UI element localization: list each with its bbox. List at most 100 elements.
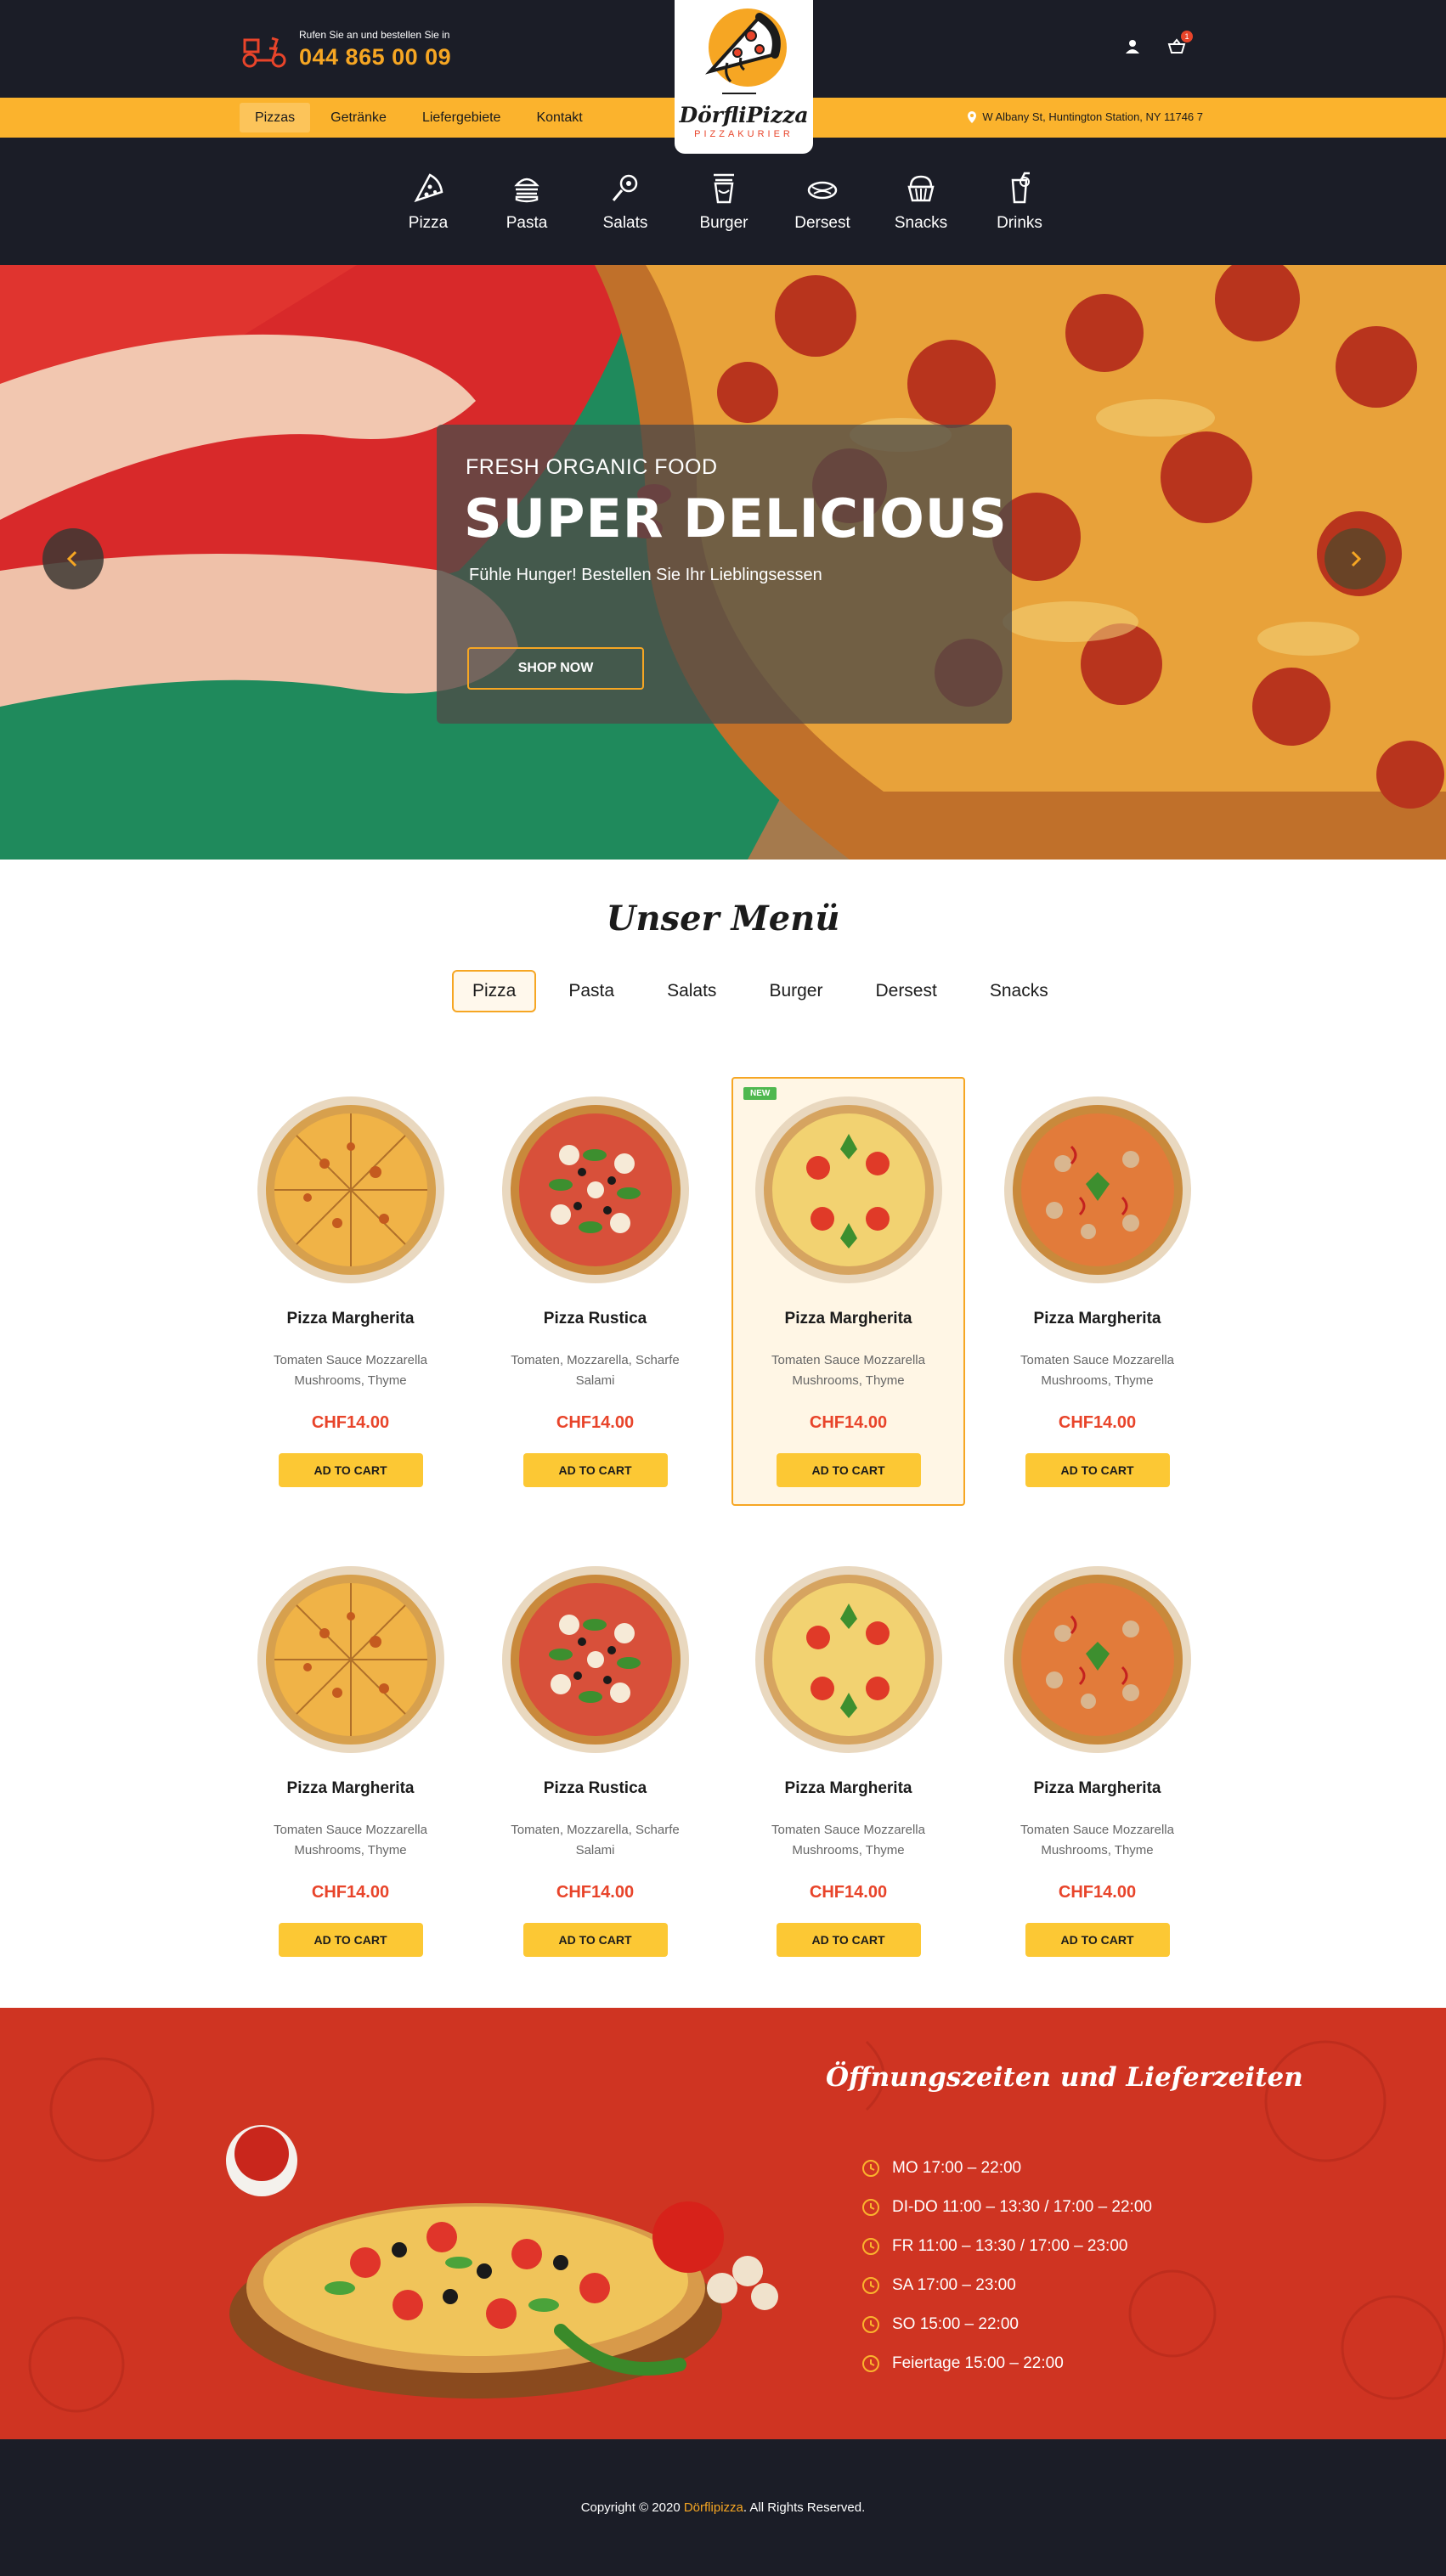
- shop-now-button[interactable]: SHOP NOW: [467, 647, 644, 690]
- category-salats[interactable]: Salats: [576, 172, 675, 233]
- dessert-icon: [807, 181, 838, 200]
- nav-item-liefergebiete[interactable]: Liefergebiete: [407, 103, 517, 132]
- add-to-cart-button[interactable]: AD TO CART: [278, 1923, 423, 1957]
- menu-item-description: Tomaten Sauce Mozzarella Mushrooms, Thym…: [274, 1823, 427, 1857]
- category-label: Snacks: [894, 214, 948, 232]
- menu-item-price: CHF14.00: [1058, 1413, 1137, 1432]
- menu-item-name: Pizza Rustica: [543, 1310, 647, 1327]
- menu-item-card[interactable]: Pizza Rustica Tomaten, Mozzarella, Schar…: [478, 1547, 712, 1976]
- menu-item-price: CHF14.00: [809, 1883, 888, 1902]
- menu-item-card[interactable]: Pizza Margherita Tomaten Sauce Mozzarell…: [980, 1077, 1214, 1506]
- clock-icon: [862, 2316, 879, 2333]
- slider-prev-button[interactable]: [42, 528, 104, 589]
- add-to-cart-button[interactable]: AD TO CART: [1025, 1453, 1170, 1487]
- clock-icon: [862, 2160, 879, 2177]
- chevron-left-icon: [66, 550, 77, 567]
- user-icon[interactable]: [1123, 37, 1142, 56]
- menu-item-card[interactable]: Pizza Margherita Tomaten Sauce Mozzarell…: [980, 1547, 1214, 1976]
- tab-burger[interactable]: Burger: [748, 970, 843, 1012]
- nav-item-kontakt[interactable]: Kontakt: [521, 103, 597, 132]
- menu-item-price: CHF14.00: [311, 1413, 390, 1432]
- pizza-image: [1003, 1096, 1192, 1284]
- add-to-cart-button[interactable]: AD TO CART: [522, 1453, 668, 1487]
- menu-tabs: Pizza Pasta Salats Burger Dersest Snacks: [452, 970, 1069, 1012]
- pizza-slice-icon: [414, 173, 443, 203]
- add-to-cart-button[interactable]: AD TO CART: [522, 1923, 668, 1957]
- menu-item-description: Tomaten Sauce Mozzarella Mushrooms, Thym…: [1020, 1353, 1174, 1388]
- category-pasta[interactable]: Pasta: [477, 172, 576, 233]
- clock-icon: [862, 2199, 879, 2216]
- menu-item-price: CHF14.00: [1058, 1883, 1137, 1902]
- phone-contact[interactable]: Rufen Sie an und bestellen Sie in 044 86…: [241, 29, 451, 70]
- site-footer: Copyright © 2020 Dörflipizza. All Rights…: [0, 2439, 1446, 2576]
- menu-item-card[interactable]: Pizza Rustica Tomaten, Mozzarella, Schar…: [478, 1077, 712, 1506]
- menu-item-name: Pizza Margherita: [784, 1779, 912, 1797]
- slider-next-button[interactable]: [1325, 528, 1386, 589]
- menu-item-description: Tomaten, Mozzarella, Scharfe Salami: [511, 1353, 680, 1388]
- add-to-cart-button[interactable]: AD TO CART: [776, 1453, 921, 1487]
- tab-snacks[interactable]: Snacks: [969, 970, 1069, 1012]
- tab-pasta[interactable]: Pasta: [548, 970, 635, 1012]
- category-label: Drinks: [997, 214, 1042, 232]
- salad-icon: [612, 174, 638, 201]
- pizza-image: [754, 1096, 942, 1283]
- hero-title: SUPER DELICIOUS: [464, 488, 1008, 550]
- hero-eyebrow: FRESH ORGANIC FOOD: [466, 455, 718, 479]
- logo-tagline: PIZZAKURIER: [694, 129, 794, 139]
- hours-text: DI-DO 11:00 – 13:30 / 17:00 – 22:00: [892, 2198, 1152, 2216]
- menu-item-card-featured[interactable]: NEW Pizza Margherita Tomaten Sauce Mozza…: [731, 1077, 965, 1506]
- menu-item-name: Pizza Rustica: [543, 1779, 647, 1797]
- logo-name: DörfliPizza: [679, 103, 809, 127]
- opening-hours-section: Öffnungszeiten und Lieferzeiten MO 17:00…: [0, 2008, 1446, 2439]
- hours-line: FR 11:00 – 13:30 / 17:00 – 23:00: [861, 2227, 1152, 2266]
- hours-title: Öffnungszeiten und Lieferzeiten: [826, 2062, 1303, 2093]
- add-to-cart-button[interactable]: AD TO CART: [278, 1453, 423, 1487]
- category-drinks[interactable]: Drinks: [970, 172, 1069, 233]
- cart-icon[interactable]: 1: [1167, 31, 1193, 56]
- add-to-cart-button[interactable]: AD TO CART: [1025, 1923, 1170, 1957]
- hours-line: SA 17:00 – 23:00: [861, 2266, 1152, 2305]
- hours-line: DI-DO 11:00 – 13:30 / 17:00 – 22:00: [861, 2188, 1152, 2227]
- menu-item-name: Pizza Margherita: [1033, 1310, 1161, 1327]
- menu-item-price: CHF14.00: [809, 1413, 888, 1432]
- hours-text: Feiertage 15:00 – 22:00: [892, 2354, 1064, 2372]
- tab-salats[interactable]: Salats: [647, 970, 737, 1012]
- hours-text: MO 17:00 – 22:00: [892, 2159, 1022, 2177]
- address-text: W Albany St, Huntington Station, NY 1174…: [982, 110, 1203, 123]
- pizza-image: [256, 1096, 445, 1284]
- cupcake-icon: [907, 175, 935, 202]
- category-dersest[interactable]: Dersest: [773, 172, 872, 233]
- menu-item-description: Tomaten, Mozzarella, Scharfe Salami: [511, 1823, 680, 1857]
- phone-number[interactable]: 044 865 00 09: [299, 44, 451, 70]
- nav-item-pizzas[interactable]: Pizzas: [240, 103, 311, 132]
- pizza-logo-icon: [704, 8, 787, 94]
- category-burger[interactable]: Burger: [675, 172, 773, 233]
- clock-icon: [862, 2355, 879, 2372]
- category-label: Pasta: [506, 214, 548, 232]
- add-to-cart-button[interactable]: AD TO CART: [776, 1923, 921, 1957]
- hours-list: MO 17:00 – 22:00 DI-DO 11:00 – 13:30 / 1…: [861, 2149, 1152, 2383]
- tab-dersest[interactable]: Dersest: [855, 970, 957, 1012]
- menu-item-name: Pizza Margherita: [1033, 1779, 1161, 1797]
- pizza-image: [501, 1096, 689, 1283]
- menu-item-card[interactable]: Pizza Margherita Tomaten Sauce Mozzarell…: [234, 1077, 467, 1506]
- category-snacks[interactable]: Snacks: [872, 172, 970, 233]
- main-nav: Pizzas Getränke Liefergebiete Kontakt: [240, 103, 598, 132]
- menu-item-card[interactable]: Pizza Margherita Tomaten Sauce Mozzarell…: [731, 1547, 965, 1976]
- category-bar: Pizza Pasta Salats Burger Dersest Snacks…: [0, 138, 1446, 265]
- copyright-suffix: . All Rights Reserved.: [743, 2500, 866, 2515]
- menu-item-card[interactable]: Pizza Margherita Tomaten Sauce Mozzarell…: [234, 1547, 467, 1976]
- tab-pizza[interactable]: Pizza: [452, 970, 537, 1012]
- menu-item-name: Pizza Margherita: [286, 1779, 415, 1797]
- nav-item-getraenke[interactable]: Getränke: [315, 103, 402, 132]
- category-label: Burger: [699, 214, 748, 232]
- copyright-brand-link[interactable]: Dörflipizza: [684, 2500, 743, 2515]
- pizza-image: [501, 1566, 689, 1753]
- site-logo[interactable]: DörfliPizza PIZZAKURIER: [675, 0, 813, 154]
- category-pizza[interactable]: Pizza: [379, 172, 477, 233]
- menu-item-price: CHF14.00: [556, 1413, 635, 1432]
- pizza-image: [754, 1566, 942, 1753]
- menu-section-title: Unser Menü: [606, 899, 840, 939]
- pizza-image: [256, 1565, 445, 1754]
- phone-label: Rufen Sie an und bestellen Sie in: [299, 29, 450, 41]
